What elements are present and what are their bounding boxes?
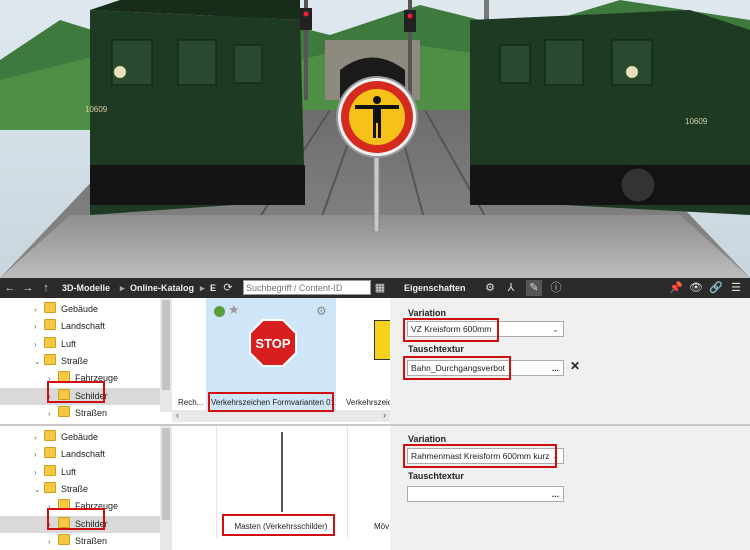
tree-item-label: Landschaft: [61, 321, 106, 332]
folder-icon: [44, 336, 56, 348]
thumbnail-label-right[interactable]: Möv: [374, 522, 389, 531]
folder-icon: [44, 447, 56, 459]
stop-sign-preview: STOP: [249, 319, 297, 367]
category-tree-top: › Gebäude › Landschaft › Luft ⌄ Straße › Fahrzeug…: [0, 298, 172, 424]
info-icon[interactable]: ⓘ: [548, 280, 564, 296]
texture-label: Tauschtextur: [408, 344, 464, 354]
breadcrumb-more[interactable]: E: [210, 278, 216, 298]
chevron-down-icon[interactable]: ⌄: [34, 353, 44, 370]
svg-text:10609: 10609: [85, 105, 108, 114]
browse-button[interactable]: ...: [552, 487, 559, 501]
svg-text:STOP: STOP: [255, 336, 290, 351]
breadcrumb-separator-icon: ▸: [200, 283, 205, 293]
breadcrumb-online-catalog[interactable]: Online-Katalog: [130, 278, 194, 298]
texture-field[interactable]: ...: [407, 486, 564, 502]
tree-item-label: Luft: [61, 466, 77, 477]
tree-scrollbar[interactable]: [160, 298, 172, 412]
tree-item-label: Straße: [61, 355, 89, 366]
tree-scrollbar[interactable]: [160, 426, 172, 550]
chevron-right-icon[interactable]: ›: [34, 318, 44, 335]
tree-item-luft[interactable]: › Luft: [0, 464, 160, 481]
tree-item-label: Landschaft: [61, 449, 106, 460]
variation-label: Variation: [408, 434, 447, 444]
chevron-down-icon: ⌄: [551, 324, 559, 334]
breadcrumb-3d-models[interactable]: 3D-Modelle: [62, 278, 110, 298]
folder-icon: [58, 533, 70, 545]
highlight-box: [47, 508, 105, 530]
highlight-box: [403, 356, 511, 380]
main-toolbar: ← → ↑ 3D-Modelle ▸ Online-Katalog ▸ E ⟳ …: [0, 278, 750, 298]
tree-item-label: Luft: [61, 338, 77, 349]
folder-icon: [44, 481, 56, 493]
chevron-down-icon[interactable]: ⌄: [34, 481, 44, 498]
gear-icon[interactable]: ⚙: [482, 280, 498, 296]
clear-texture-icon[interactable]: ✕: [570, 359, 580, 373]
svg-text:10609: 10609: [685, 117, 708, 126]
tree-item-label: Gebäude: [61, 432, 99, 442]
mast-preview: [281, 432, 283, 512]
3d-viewport[interactable]: 10609 10609: [0, 0, 750, 278]
thumbnail-label-left[interactable]: Rech...: [178, 398, 203, 407]
folder-icon: [44, 464, 56, 476]
tree-item-straßen[interactable]: › Straßen: [0, 405, 160, 422]
back-arrow-icon[interactable]: ←: [2, 280, 18, 296]
chevron-right-icon[interactable]: ›: [34, 336, 44, 353]
tree-item-landschaft[interactable]: › Landschaft: [0, 318, 160, 335]
scroll-right-icon[interactable]: ›: [383, 410, 386, 420]
browse-button[interactable]: ...: [552, 361, 559, 375]
eye-icon[interactable]: 👁: [688, 280, 704, 296]
brush-icon[interactable]: ✎: [526, 280, 542, 296]
tree-item-luft[interactable]: › Luft: [0, 336, 160, 353]
category-tree-bottom: › Gebäude › Landschaft › Luft ⌄ Straße › Fahrzeug…: [0, 426, 172, 550]
link-icon[interactable]: 🔗: [708, 280, 724, 296]
texture-label: Tauschtextur: [408, 471, 464, 481]
scroll-left-icon[interactable]: ‹: [176, 410, 179, 420]
tree-item-label: Gebäude: [61, 304, 99, 314]
axes-icon[interactable]: ⅄: [503, 280, 519, 296]
tree-item-label: Straßen: [75, 535, 108, 546]
folder-icon: [44, 353, 56, 365]
tree-item-gebäude[interactable]: › Gebäude: [0, 429, 160, 446]
highlight-box: [222, 514, 335, 536]
highlight-box: [403, 444, 557, 468]
menu-icon[interactable]: ☰: [728, 280, 744, 296]
locomotive-right: 10609: [470, 10, 750, 215]
highlight-box: [403, 318, 499, 342]
locomotive-left: 10609: [85, 0, 305, 215]
chevron-right-icon[interactable]: ›: [48, 405, 58, 422]
chevron-right-icon[interactable]: ›: [48, 533, 58, 550]
tree-item-straße[interactable]: ⌄ Straße: [0, 481, 160, 498]
grid-view-icon[interactable]: ▦: [372, 280, 388, 296]
chevron-right-icon[interactable]: ›: [34, 301, 44, 318]
folder-icon: [44, 319, 56, 331]
folder-icon: [58, 405, 70, 417]
properties-title: Eigenschaften: [404, 283, 466, 293]
online-globe-icon: [214, 306, 225, 317]
pin-icon[interactable]: 📌: [668, 280, 684, 296]
search-input[interactable]: [243, 280, 371, 295]
variation-label: Variation: [408, 308, 447, 318]
tree-item-label: Straße: [61, 483, 89, 494]
highlight-box: [47, 381, 105, 403]
breadcrumb-separator-icon: ▸: [120, 283, 125, 293]
refresh-icon[interactable]: ⟳: [220, 280, 236, 296]
thumbnail-label-right[interactable]: Verkehrszeich: [346, 398, 390, 407]
tree-item-straße[interactable]: ⌄ Straße: [0, 353, 160, 370]
chevron-right-icon[interactable]: ›: [34, 446, 44, 463]
chevron-right-icon[interactable]: ›: [34, 429, 44, 446]
tree-item-landschaft[interactable]: › Landschaft: [0, 446, 160, 463]
chevron-right-icon[interactable]: ›: [34, 464, 44, 481]
star-icon[interactable]: ★: [228, 302, 240, 318]
folder-icon: [44, 430, 56, 441]
tree-item-gebäude[interactable]: › Gebäude: [0, 301, 160, 318]
folder-icon: [44, 302, 56, 313]
tree-item-label: Straßen: [75, 407, 108, 418]
settings-icon[interactable]: ⚙: [316, 304, 327, 318]
highlight-box: [208, 392, 334, 412]
forward-arrow-icon[interactable]: →: [20, 280, 36, 296]
tree-item-straßen[interactable]: › Straßen: [0, 533, 160, 550]
partial-sign-thumbnail[interactable]: [374, 320, 390, 360]
up-arrow-icon[interactable]: ↑: [38, 280, 54, 296]
